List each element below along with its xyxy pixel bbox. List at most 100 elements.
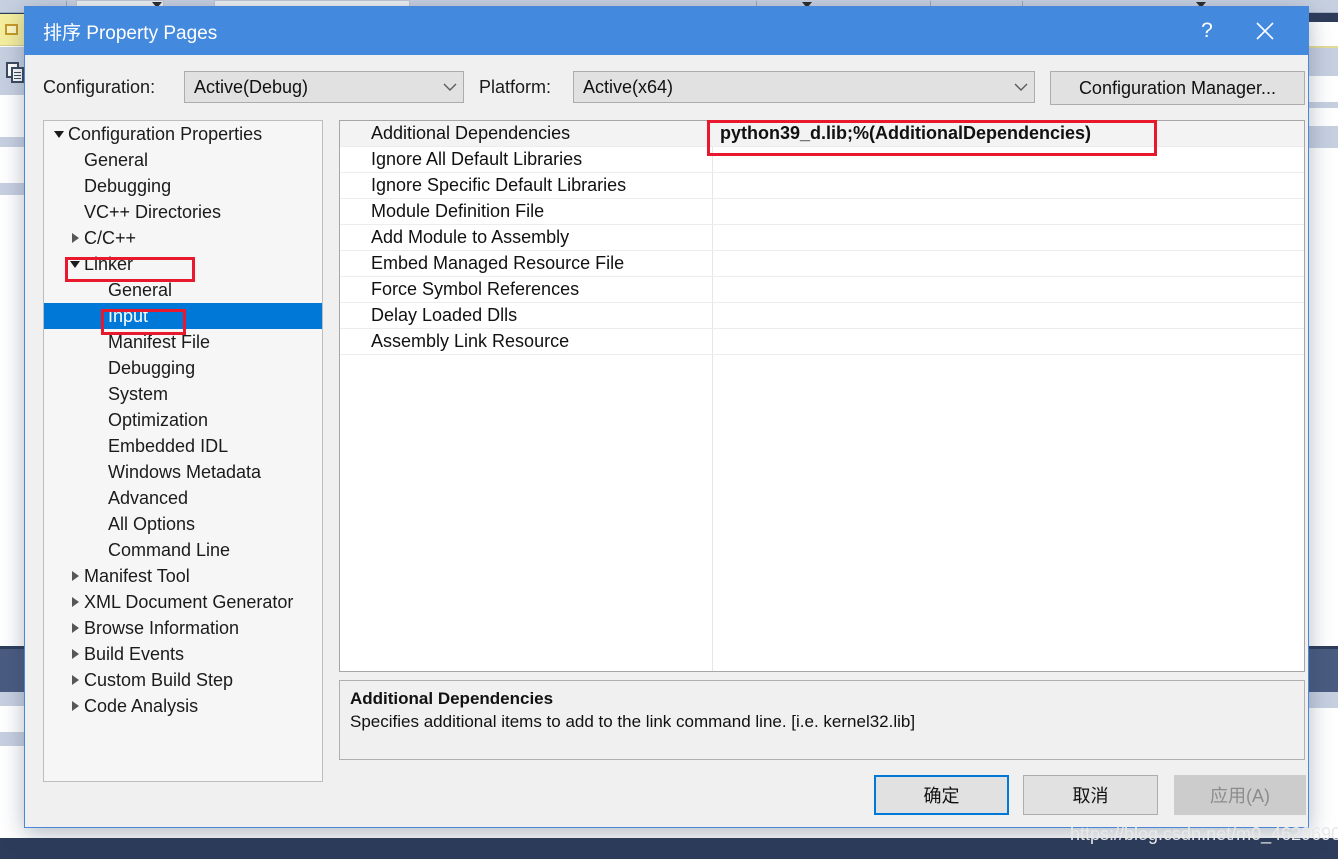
tree-item-label: Optimization [108,409,209,430]
tree-item-system[interactable]: System [44,381,322,407]
property-name: Force Symbol References [371,279,580,299]
tree-item-linker[interactable]: Linker [44,251,322,277]
description-title: Additional Dependencies [350,689,554,708]
tree-item-label: Manifest File [108,331,211,352]
configuration-bar: Configuration: Active(Debug) Platform: A… [25,55,1308,121]
tree-item-label: VC++ Directories [84,201,222,222]
property-grid-rows: Additional Dependencies python39_d.lib;%(… [340,121,1304,355]
chevron-right-icon[interactable] [66,233,84,243]
tree-item-label: Custom Build Step [84,669,234,690]
configuration-select[interactable]: Active(Debug) [184,71,464,103]
tree-item-label: C/C++ [84,227,137,248]
tree-item-build-events[interactable]: Build Events [44,641,322,667]
property-row[interactable]: Force Symbol References [340,277,1304,303]
tree-item-xml-document-generator[interactable]: XML Document Generator [44,589,322,615]
dialog-titlebar: 排序 Property Pages ? [25,7,1308,55]
property-row[interactable]: Ignore Specific Default Libraries [340,173,1304,199]
tree-item-c-c[interactable]: C/C++ [44,225,322,251]
tree-item-optimization[interactable]: Optimization [44,407,322,433]
tree-item-label: All Options [108,513,196,534]
chevron-right-icon[interactable] [66,571,84,581]
watermark: https://blog.csdn.net/m0_46296905 [1070,824,1338,844]
copy-icon[interactable] [6,62,26,84]
property-name: Additional Dependencies [371,123,571,143]
platform-value: Active(x64) [583,76,674,97]
tree-item-debugging[interactable]: Debugging [44,355,322,381]
tree-item-label: Configuration Properties [68,123,263,144]
property-row[interactable]: Assembly Link Resource [340,329,1304,355]
property-name: Module Definition File [371,201,545,221]
property-name: Embed Managed Resource File [371,253,625,273]
property-name: Ignore Specific Default Libraries [371,175,627,195]
configuration-label: Configuration: [43,77,156,97]
chevron-right-icon[interactable] [66,597,84,607]
tree-item-code-analysis[interactable]: Code Analysis [44,693,322,719]
tree-item-label: Command Line [108,539,231,560]
help-icon[interactable]: ? [1184,7,1230,55]
tree-item-label: System [108,383,169,404]
property-name: Ignore All Default Libraries [371,149,583,169]
property-row[interactable]: Embed Managed Resource File [340,251,1304,277]
property-name: Delay Loaded Dlls [371,305,518,325]
configuration-manager-button[interactable]: Configuration Manager... [1050,71,1305,105]
tree-item-label: Advanced [108,487,189,508]
tree-item-label: Code Analysis [84,695,199,716]
tree-item-manifest-file[interactable]: Manifest File [44,329,322,355]
property-grid[interactable]: Additional Dependencies python39_d.lib;%(… [339,120,1305,672]
apply-button: 应用(A) [1174,775,1306,815]
tree-item-general[interactable]: General [44,277,322,303]
tree-item-all-options[interactable]: All Options [44,511,322,537]
tree-item-configuration-properties[interactable]: Configuration Properties [44,121,322,147]
chevron-down-icon[interactable] [66,260,84,268]
tree-item-debugging[interactable]: Debugging [44,173,322,199]
close-icon[interactable] [1242,7,1288,55]
warning-icon [5,24,18,35]
chevron-right-icon[interactable] [66,623,84,633]
platform-select[interactable]: Active(x64) [573,71,1035,103]
property-value[interactable]: python39_d.lib;%(AdditionalDependencies) [712,123,1304,144]
tree-item-advanced[interactable]: Advanced [44,485,322,511]
tree-item-label: General [84,149,149,170]
property-row[interactable]: Ignore All Default Libraries [340,147,1304,173]
chevron-right-icon[interactable] [66,649,84,659]
configuration-value: Active(Debug) [194,76,309,97]
chevron-right-icon[interactable] [66,675,84,685]
description-pane: Additional Dependencies Specifies additi… [339,680,1305,760]
tree-item-label: Manifest Tool [84,565,190,586]
description-body: Specifies additional items to add to the… [350,712,916,731]
property-row[interactable]: Delay Loaded Dlls [340,303,1304,329]
chevron-right-icon[interactable] [66,701,84,711]
dialog-title: 排序 Property Pages [43,23,218,44]
tree-item-label: Embedded IDL [108,435,229,456]
tree-item-label: Debugging [84,175,172,196]
property-name: Assembly Link Resource [371,331,570,351]
tree-list: Configuration Properties General Debugging… [44,121,322,719]
tree-item-windows-metadata[interactable]: Windows Metadata [44,459,322,485]
tree-item-command-line[interactable]: Command Line [44,537,322,563]
property-row[interactable]: Additional Dependencies python39_d.lib;%(… [340,121,1304,147]
property-pages-dialog: 排序 Property Pages ? Configuration: Activ… [24,6,1309,828]
property-row[interactable]: Module Definition File [340,199,1304,225]
tree-item-label: Input [108,305,149,326]
ok-button[interactable]: 确定 [874,775,1009,815]
property-name: Add Module to Assembly [371,227,570,247]
tree-item-label: Linker [84,253,134,274]
tree-item-label: XML Document Generator [84,591,294,612]
tree-item-label: Debugging [108,357,196,378]
tree-item-general[interactable]: General [44,147,322,173]
cancel-button[interactable]: 取消 [1023,775,1158,815]
tree-item-manifest-tool[interactable]: Manifest Tool [44,563,322,589]
tree-item-browse-information[interactable]: Browse Information [44,615,322,641]
tree-item-vc-directories[interactable]: VC++ Directories [44,199,322,225]
tree-item-input[interactable]: Input [44,303,322,329]
tree-item-embedded-idl[interactable]: Embedded IDL [44,433,322,459]
tree-item-label: Build Events [84,643,185,664]
chevron-down-icon[interactable] [50,130,68,138]
chevron-down-icon [437,83,463,92]
configuration-tree[interactable]: Configuration Properties General Debugging… [43,120,323,782]
tree-item-label: Browse Information [84,617,240,638]
tree-item-custom-build-step[interactable]: Custom Build Step [44,667,322,693]
tree-item-label: General [108,279,173,300]
screen: ✕ 排序 Property [0,0,1338,859]
property-row[interactable]: Add Module to Assembly [340,225,1304,251]
